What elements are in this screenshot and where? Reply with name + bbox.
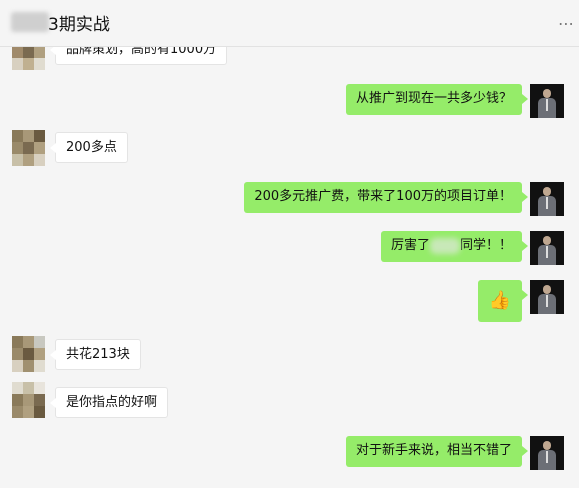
message-bubble[interactable]: 对于新手来说，相当不错了 [345,436,529,467]
message-text-before: 厉害了 [390,238,430,253]
message-bubble[interactable]: 厉害了 同学！！ [380,231,529,262]
my-avatar[interactable] [530,231,564,265]
contact-avatar[interactable] [12,130,45,166]
thumbs-up-icon[interactable]: 👍 [477,280,529,322]
contact-avatar[interactable] [12,336,45,372]
my-avatar[interactable] [530,280,564,314]
message-bubble[interactable]: 从推广到现在一共多少钱？ [345,84,529,115]
message-bubble[interactable]: 200多点 [50,132,128,163]
message-bubble[interactable]: 200多元推广费，带来了100万的项目订单！ [244,182,528,213]
message-bubble[interactable]: 是你指点的好啊 [49,387,169,418]
blurred-title-prefix [11,12,49,32]
my-avatar[interactable] [530,436,564,470]
message-bubble[interactable]: 品牌策划，高的有1000万 [49,46,228,65]
message-list[interactable]: 品牌策划，高的有1000万 从推广到现在一共多少钱？ 200多点 200多元推广… [0,46,579,488]
chat-title: 3期实战 [48,15,110,35]
my-avatar[interactable] [530,84,564,118]
message-text-after: 同学！！ [459,238,512,253]
more-options-icon[interactable]: ⋯ [558,14,575,33]
contact-avatar[interactable] [12,382,45,418]
chat-header: 3期实战 ⋯ [0,0,579,47]
message-bubble[interactable]: 共花213块 [50,339,141,370]
my-avatar[interactable] [530,182,564,216]
blurred-name [429,237,460,254]
contact-avatar[interactable] [12,46,45,70]
